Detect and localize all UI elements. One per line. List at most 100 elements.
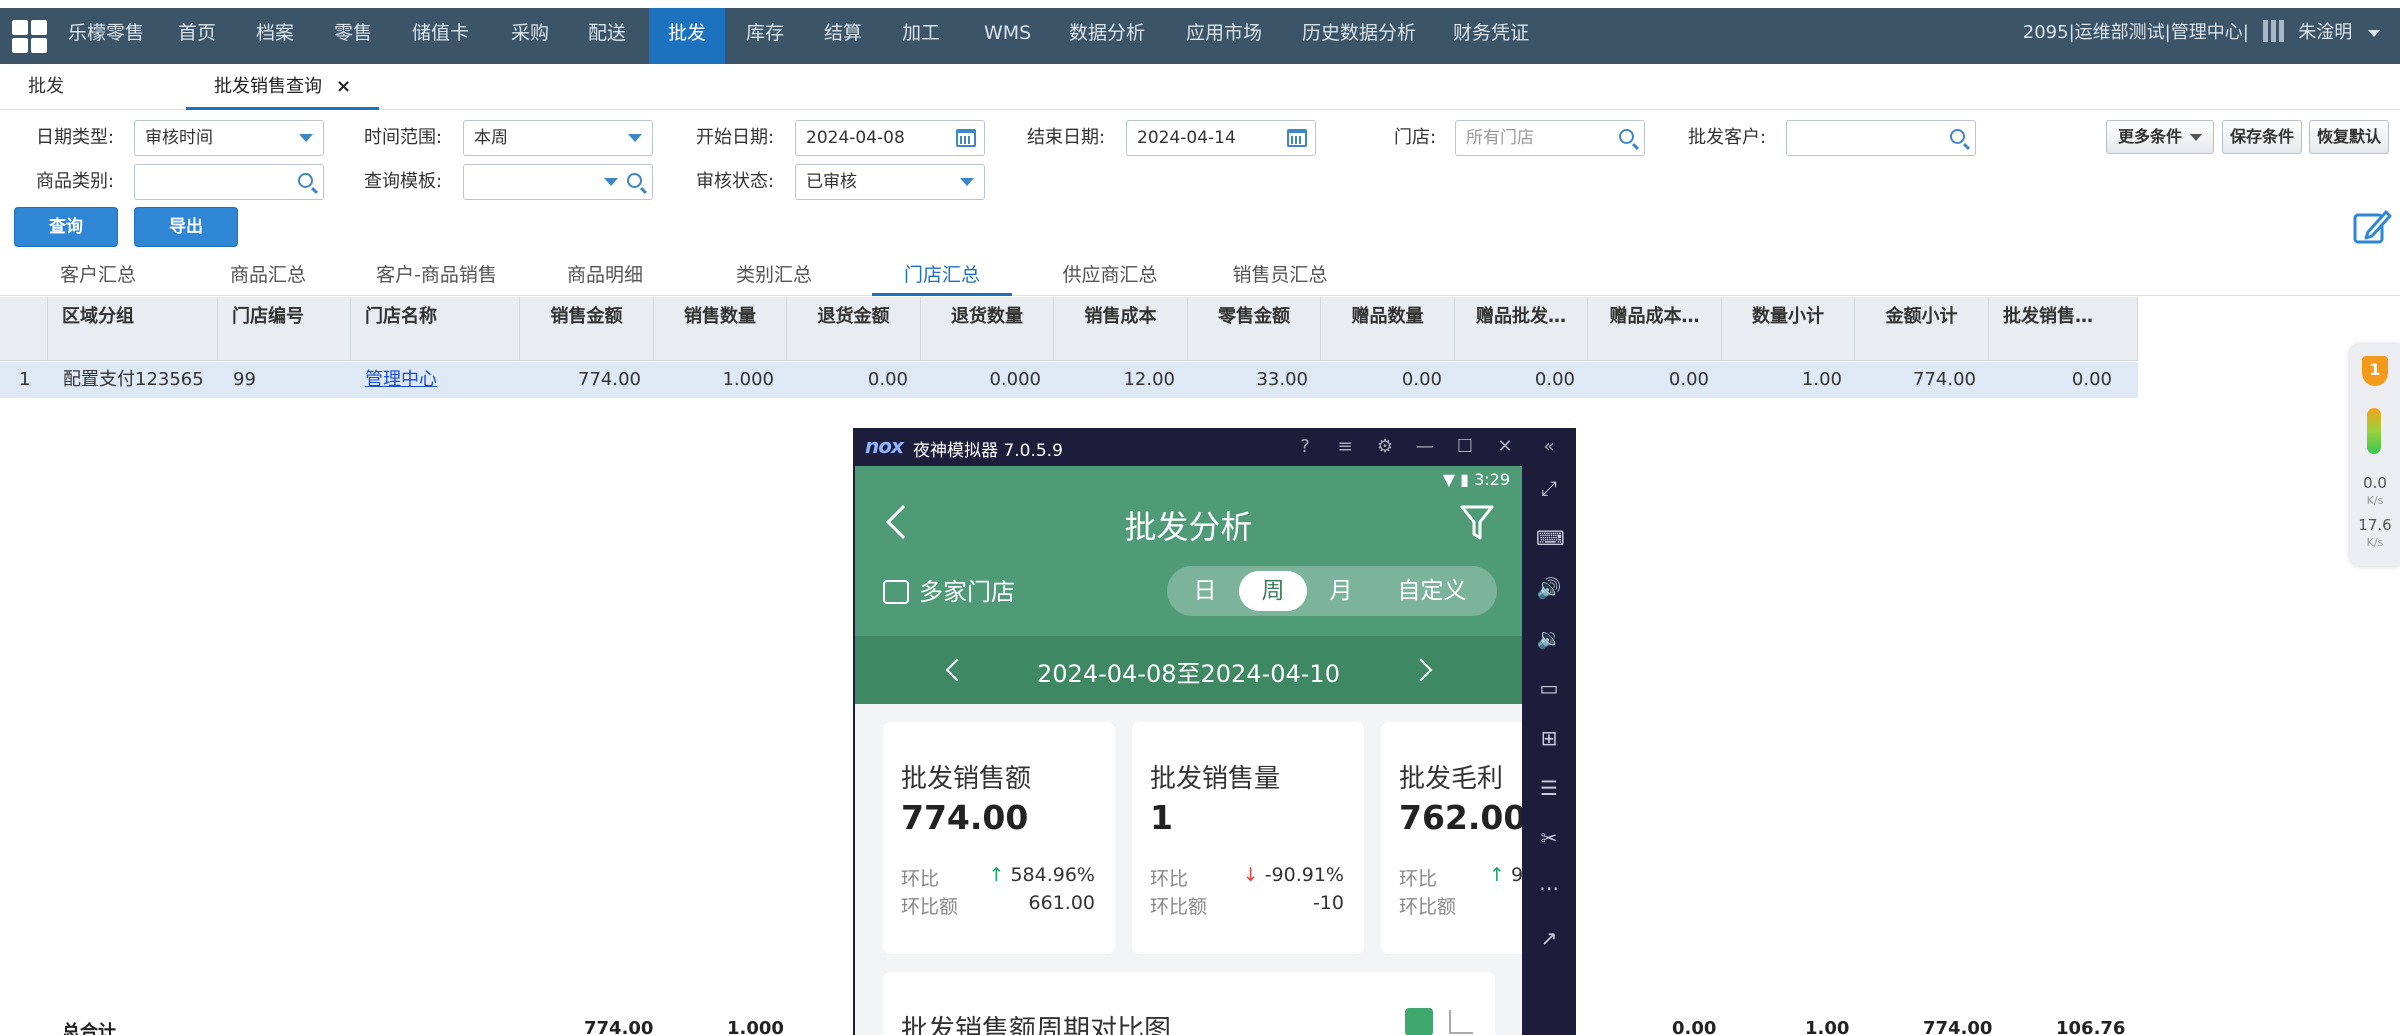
volume-down-icon[interactable]: 🔉: [1536, 626, 1562, 650]
period-day[interactable]: 日: [1177, 571, 1233, 611]
nav-app-market[interactable]: 应用市场: [1186, 8, 1262, 64]
header-cell[interactable]: 退货数量: [921, 297, 1054, 361]
nav-retail[interactable]: 零售: [334, 8, 372, 64]
scissors-icon[interactable]: ✂: [1536, 826, 1562, 850]
tab-supplier-summary[interactable]: 供应商汇总: [1058, 256, 1162, 296]
bar-chart-icon[interactable]: [1405, 1008, 1433, 1035]
filter-icon[interactable]: [1460, 504, 1494, 542]
table-row[interactable]: 1 配置支付123565 99 管理中心 774.00 1.000 0.00 0…: [0, 362, 2138, 398]
line-chart-icon[interactable]: [1449, 1010, 1473, 1034]
tab-customer-summary[interactable]: 客户汇总: [46, 256, 150, 296]
tab-wholesale[interactable]: 批发: [28, 64, 64, 110]
header-cell[interactable]: 退货金额: [787, 297, 921, 361]
screen-icon[interactable]: ▭: [1536, 676, 1562, 700]
collapse-icon[interactable]: «: [1539, 437, 1559, 457]
nav-archive[interactable]: 档案: [256, 8, 294, 64]
search-icon[interactable]: [298, 173, 313, 188]
nav-inventory[interactable]: 库存: [746, 8, 784, 64]
nav-delivery[interactable]: 配送: [588, 8, 626, 64]
template-select[interactable]: [463, 164, 653, 200]
multi-instance-icon[interactable]: ☰: [1536, 776, 1562, 800]
nav-home[interactable]: 首页: [178, 8, 216, 64]
header-cell[interactable]: 赠品批发…: [1455, 297, 1588, 361]
store-input[interactable]: 所有门店: [1455, 120, 1645, 156]
store-name-link[interactable]: 管理中心: [352, 362, 520, 398]
header-cell[interactable]: 区域分组: [48, 297, 218, 361]
period-custom[interactable]: 自定义: [1377, 571, 1487, 611]
header-cell[interactable]: 赠品数量: [1321, 297, 1455, 361]
card-gross-profit[interactable]: 批发毛利 762.00 环比 ↑ 9 环比额: [1381, 722, 1522, 954]
edit-icon[interactable]: [2352, 206, 2392, 246]
header-cell[interactable]: 数量小计: [1722, 297, 1855, 361]
header-cell[interactable]: 赠品成本…: [1588, 297, 1722, 361]
nav-settlement[interactable]: 结算: [824, 8, 862, 64]
header-cell[interactable]: 销售数量: [654, 297, 787, 361]
calendar-icon[interactable]: [1287, 129, 1307, 147]
nav-history-analysis[interactable]: 历史数据分析: [1302, 8, 1416, 64]
tab-category-summary[interactable]: 类别汇总: [722, 256, 826, 296]
period-month[interactable]: 月: [1313, 571, 1369, 611]
emulator-titlebar[interactable]: nox 夜神模拟器 7.0.5.9 ? ≡ ⚙ — ☐ ✕ «: [853, 428, 1576, 466]
customer-input[interactable]: [1786, 120, 1976, 156]
nav-stored-card[interactable]: 储值卡: [412, 8, 469, 64]
tab-salesperson-summary[interactable]: 销售员汇总: [1228, 256, 1332, 296]
network-speed-widget[interactable]: 1 0.0 K/s 17.6 K/s: [2350, 344, 2400, 566]
close-icon[interactable]: ×: [336, 76, 351, 97]
minimize-icon[interactable]: —: [1415, 437, 1435, 457]
more-icon[interactable]: ⋯: [1536, 876, 1562, 900]
header-cell[interactable]: 门店编号: [218, 297, 351, 361]
nav-account[interactable]: 2095|运维部测试|管理中心| 朱淦明: [2023, 8, 2380, 64]
card-sales-qty[interactable]: 批发销售量 1 环比 ↓ -90.91% 环比额 -10: [1132, 722, 1364, 954]
header-cell[interactable]: 批发销售…: [1989, 297, 2138, 361]
audit-select[interactable]: 已审核: [795, 164, 985, 200]
fullscreen-icon[interactable]: ⤢: [1536, 476, 1562, 500]
start-date-input[interactable]: 2024-04-08: [795, 120, 985, 156]
maximize-icon[interactable]: ☐: [1455, 437, 1475, 457]
range-select[interactable]: 本周: [463, 120, 653, 156]
store-label: 门店:: [1394, 127, 1437, 148]
settings-icon[interactable]: ⚙: [1375, 437, 1395, 457]
keyboard-icon[interactable]: ⌨: [1536, 526, 1565, 550]
date-type-select[interactable]: 审核时间: [134, 120, 324, 156]
tab-customer-product[interactable]: 客户-商品销售: [364, 256, 509, 296]
tab-product-detail[interactable]: 商品明细: [553, 256, 657, 296]
close-icon[interactable]: ✕: [1495, 437, 1515, 457]
nav-wholesale[interactable]: 批发: [649, 8, 725, 64]
nav-finance-voucher[interactable]: 财务凭证: [1453, 8, 1529, 64]
emulator-window[interactable]: nox 夜神模拟器 7.0.5.9 ? ≡ ⚙ — ☐ ✕ « ▼ ▮ 3:29…: [853, 428, 1576, 1035]
header-cell[interactable]: 金额小计: [1855, 297, 1989, 361]
tab-store-summary[interactable]: 门店汇总: [872, 256, 1012, 296]
tab-wholesale-query[interactable]: 批发销售查询 ×: [186, 64, 380, 110]
nav-purchase[interactable]: 采购: [511, 8, 549, 64]
search-icon[interactable]: [627, 173, 642, 188]
compare-chart-card[interactable]: 批发销售额周期对比图: [883, 972, 1495, 1035]
header-cell[interactable]: 销售成本: [1054, 297, 1188, 361]
header-cell[interactable]: 销售金额: [520, 297, 654, 361]
app-grid-icon[interactable]: [12, 20, 48, 53]
nav-data-analysis[interactable]: 数据分析: [1069, 8, 1145, 64]
header-cell[interactable]: 零售金额: [1188, 297, 1321, 361]
menu-icon[interactable]: ≡: [1335, 437, 1355, 457]
export-button[interactable]: 导出: [134, 207, 238, 247]
nav-wms[interactable]: WMS: [984, 8, 1031, 64]
volume-up-icon[interactable]: 🔊: [1536, 576, 1562, 600]
header-cell[interactable]: 门店名称: [351, 297, 520, 361]
calendar-icon[interactable]: [956, 129, 976, 147]
help-icon[interactable]: ?: [1295, 437, 1315, 457]
more-conditions-button[interactable]: 更多条件: [2106, 120, 2214, 154]
search-icon[interactable]: [1619, 129, 1634, 144]
apk-install-icon[interactable]: ⊞: [1536, 726, 1562, 750]
nav-processing[interactable]: 加工: [902, 8, 940, 64]
store-selector[interactable]: 多家门店: [883, 572, 1015, 607]
share-icon[interactable]: ↗: [1536, 926, 1562, 950]
query-button[interactable]: 查询: [14, 207, 118, 247]
reset-default-button[interactable]: 恢复默认: [2309, 120, 2389, 154]
search-icon[interactable]: [1950, 129, 1965, 144]
period-week[interactable]: 周: [1239, 571, 1307, 611]
end-date-input[interactable]: 2024-04-14: [1126, 120, 1316, 156]
category-input[interactable]: [134, 164, 324, 200]
card-sales-amount[interactable]: 批发销售额 774.00 环比 ↑ 584.96% 环比额 661.00: [883, 722, 1115, 954]
tab-product-summary[interactable]: 商品汇总: [216, 256, 320, 296]
nav-brand[interactable]: 乐檬零售: [68, 8, 144, 64]
save-conditions-button[interactable]: 保存条件: [2222, 120, 2302, 154]
